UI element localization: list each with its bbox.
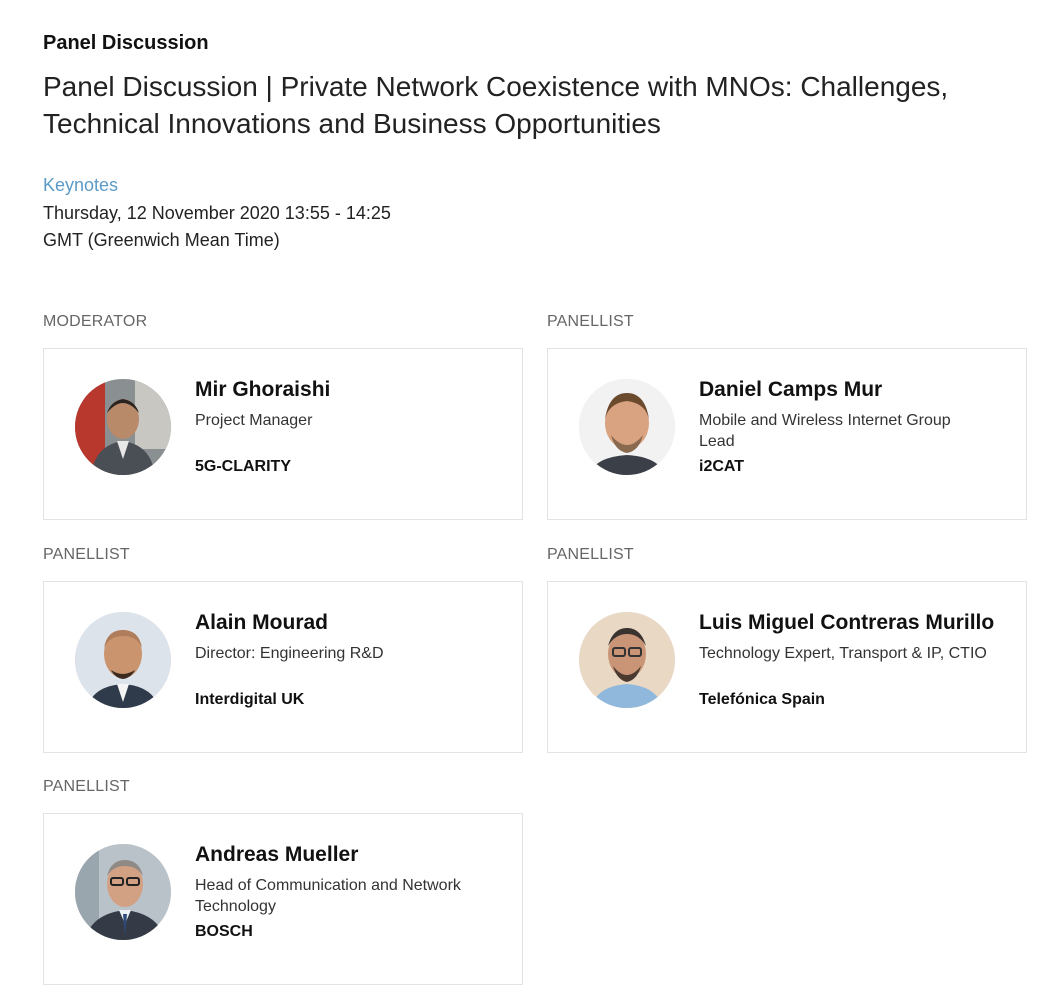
speaker-organization: i2CAT <box>699 458 745 475</box>
speaker-name[interactable]: Andreas Mueller <box>195 841 505 869</box>
session-timezone: GMT (Greenwich Mean Time) <box>43 230 280 250</box>
speaker-avatar <box>579 379 675 475</box>
speaker-role-label: PANELLIST <box>547 313 634 330</box>
speaker-slot: PANELLIST Daniel Camps Mur Mobile and Wi… <box>547 312 1027 520</box>
speaker-name[interactable]: Mir Ghoraishi <box>195 376 505 404</box>
speaker-card[interactable]: Daniel Camps Mur Mobile and Wireless Int… <box>547 348 1027 520</box>
speaker-avatar <box>579 612 675 708</box>
session-detail: Panel Discussion Panel Discussion | Priv… <box>43 30 1027 985</box>
session-datetime: Thursday, 12 November 2020 13:55 - 14:25 <box>43 203 391 223</box>
speaker-card[interactable]: Luis Miguel Contreras Murillo Technology… <box>547 581 1027 753</box>
speaker-organization: Telefónica Spain <box>699 691 825 708</box>
session-title: Panel Discussion | Private Network Coexi… <box>43 71 949 139</box>
speaker-job-title: Mobile and Wireless Internet Group Lead <box>699 412 951 450</box>
speaker-role-label: PANELLIST <box>547 546 634 563</box>
speaker-avatar <box>75 612 171 708</box>
speaker-name[interactable]: Luis Miguel Contreras Murillo <box>699 609 1019 637</box>
speaker-job-title: Head of Communication and Network Techno… <box>195 877 461 915</box>
speaker-avatar <box>75 844 171 940</box>
session-type-heading: Panel Discussion <box>43 32 209 54</box>
speaker-job-title: Director: Engineering R&D <box>195 645 384 662</box>
speaker-card[interactable]: Mir Ghoraishi Project Manager 5G-CLARITY <box>43 348 523 520</box>
speaker-slot: PANELLIST Alain Mourad Director: Enginee… <box>43 545 523 753</box>
speaker-card[interactable]: Alain Mourad Director: Engineering R&D I… <box>43 581 523 753</box>
speaker-job-title: Technology Expert, Transport & IP, CTIO <box>699 645 987 662</box>
speaker-slot: MODERATOR Mir Ghoraishi Project Manager … <box>43 312 523 520</box>
speaker-avatar <box>75 379 171 475</box>
speaker-slot: PANELLIST Luis Miguel Contreras Murillo <box>547 545 1027 753</box>
speaker-card[interactable]: Andreas Mueller Head of Communication an… <box>43 813 523 985</box>
speaker-job-title: Project Manager <box>195 412 313 429</box>
speaker-name[interactable]: Alain Mourad <box>195 609 505 637</box>
speaker-role-label: MODERATOR <box>43 313 148 330</box>
speaker-role-label: PANELLIST <box>43 778 130 795</box>
speaker-organization: 5G-CLARITY <box>195 458 291 475</box>
speaker-name[interactable]: Daniel Camps Mur <box>699 376 1009 404</box>
speaker-organization: Interdigital UK <box>195 691 305 708</box>
speaker-organization: BOSCH <box>195 923 253 940</box>
speaker-role-label: PANELLIST <box>43 546 130 563</box>
track-link[interactable]: Keynotes <box>43 174 118 196</box>
speaker-slot: PANELLIST Andreas Mueller Head of Commun… <box>43 777 523 985</box>
